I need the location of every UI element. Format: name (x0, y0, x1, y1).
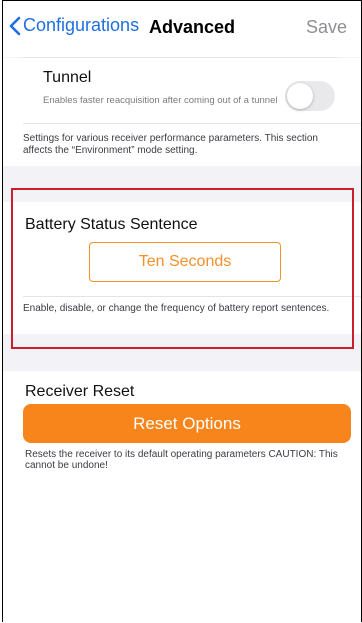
tunnel-section-footer: Settings for various receiver performanc… (23, 133, 318, 156)
tunnel-description: Enables faster reacquisition after comin… (43, 95, 278, 106)
tunnel-toggle[interactable] (285, 81, 335, 111)
app-screen: Configurations Advanced Save Tunnel Enab… (2, 0, 362, 622)
chevron-left-icon (9, 16, 21, 36)
highlight-box (11, 188, 354, 349)
page-title: Advanced (149, 17, 236, 37)
navigation-bar: Configurations Advanced Save (3, 1, 361, 57)
back-button[interactable]: Configurations (9, 15, 139, 36)
toggle-knob (287, 83, 313, 109)
back-button-label: Configurations (23, 15, 140, 35)
tunnel-row-divider (23, 123, 361, 124)
save-button[interactable]: Save (306, 17, 347, 38)
reset-caution-note: Resets the receiver to its default opera… (25, 449, 338, 471)
empty-area (3, 479, 361, 622)
receiver-reset-title: Receiver Reset (25, 383, 135, 400)
reset-options-button[interactable]: Reset Options (23, 404, 351, 443)
tunnel-title: Tunnel (43, 69, 92, 86)
